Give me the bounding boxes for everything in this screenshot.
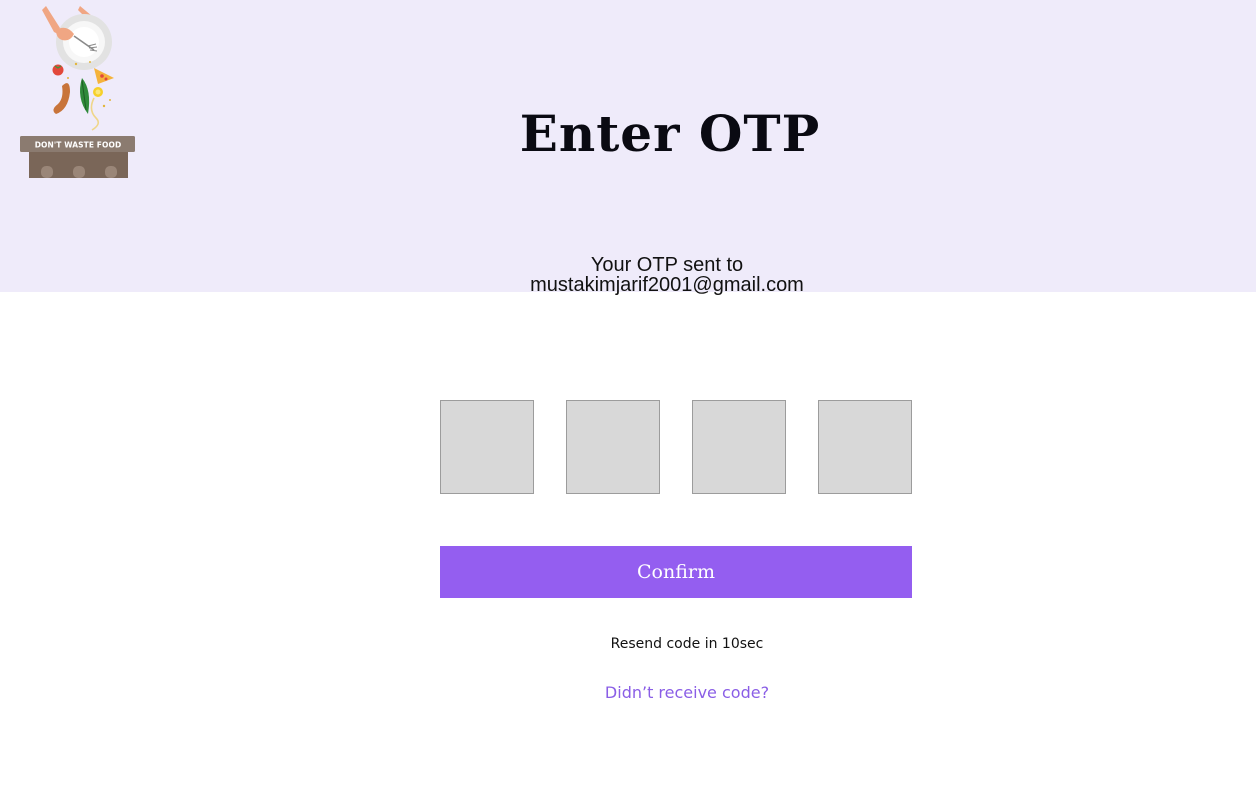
resend-countdown: Resend code in 10sec (610, 636, 764, 652)
otp-sent-label: Your OTP sent to (590, 254, 744, 276)
otp-page: DON'T WASTE FOOD Enter OTP Your OTP sent… (0, 0, 1260, 800)
page-title: Enter OTP (519, 104, 821, 163)
otp-digit-2-input[interactable] (566, 400, 660, 494)
otp-digit-1-input[interactable] (440, 400, 534, 494)
confirm-button[interactable]: Confirm (440, 546, 912, 598)
otp-sent-email: mustakimjarif2001@gmail.com (530, 274, 804, 296)
didnt-receive-code-link[interactable]: Didn’t receive code? (0, 683, 1260, 702)
otp-digit-3-input[interactable] (692, 400, 786, 494)
otp-digit-4-input[interactable] (818, 400, 912, 494)
